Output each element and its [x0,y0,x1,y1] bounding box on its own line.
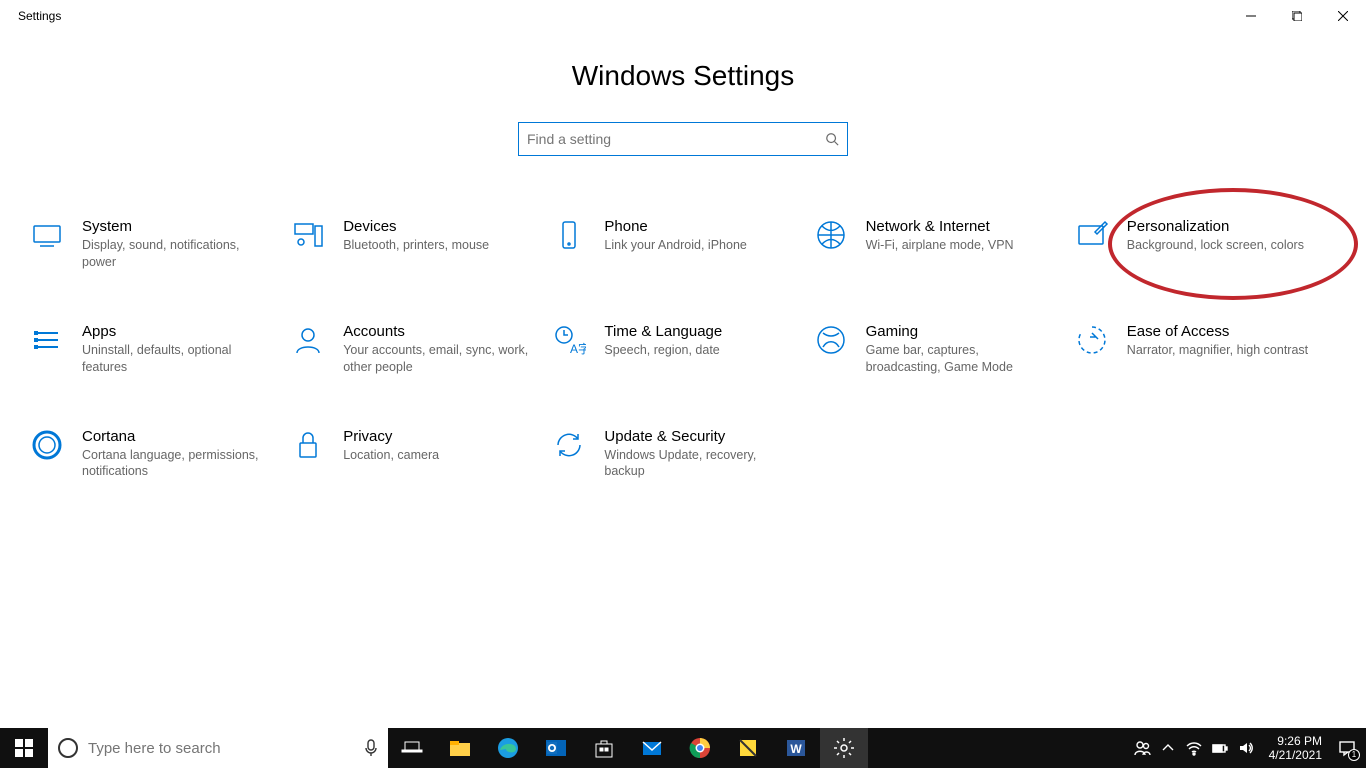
category-desc: Location, camera [343,447,439,464]
devices-icon [291,218,325,252]
time-language-icon: A字 [552,323,586,357]
cortana-ring-icon [58,738,78,758]
sticky-notes-button[interactable] [724,728,772,768]
person-icon [291,323,325,357]
category-title: Apps [82,323,272,340]
search-icon [825,132,839,146]
phone-icon [552,218,586,252]
category-personalization[interactable]: Personalization Background, lock screen,… [1075,218,1336,271]
category-desc: Windows Update, recovery, backup [604,447,794,481]
battery-icon[interactable] [1211,739,1229,757]
store-button[interactable] [580,728,628,768]
taskbar-apps: W [388,728,868,768]
chrome-button[interactable] [676,728,724,768]
globe-icon [814,218,848,252]
clock-date: 4/21/2021 [1269,748,1322,762]
categories-grid: System Display, sound, notifications, po… [0,156,1366,480]
svg-text:W: W [790,742,802,756]
notification-badge: 1 [1348,749,1360,761]
category-desc: Your accounts, email, sync, work, other … [343,342,533,376]
xbox-icon [814,323,848,357]
category-update-security[interactable]: Update & Security Windows Update, recove… [552,428,813,481]
people-icon[interactable] [1133,739,1151,757]
svg-text:A字: A字 [570,341,586,356]
category-title: Cortana [82,428,272,445]
system-icon [30,218,64,252]
category-privacy[interactable]: Privacy Location, camera [291,428,552,481]
category-desc: Background, lock screen, colors [1127,237,1304,254]
category-title: Ease of Access [1127,323,1308,340]
window-title: Settings [18,9,61,23]
clock[interactable]: 9:26 PM 4/21/2021 [1263,734,1328,763]
outlook-button[interactable] [532,728,580,768]
category-gaming[interactable]: Gaming Game bar, captures, broadcasting,… [814,323,1075,376]
category-phone[interactable]: Phone Link your Android, iPhone [552,218,813,271]
taskbar: W 9:26 PM 4/21/2021 1 [0,728,1366,768]
wifi-icon[interactable] [1185,739,1203,757]
category-desc: Wi-Fi, airplane mode, VPN [866,237,1014,254]
category-title: Personalization [1127,218,1304,235]
category-desc: Bluetooth, printers, mouse [343,237,489,254]
update-icon [552,428,586,462]
category-devices[interactable]: Devices Bluetooth, printers, mouse [291,218,552,271]
category-network[interactable]: Network & Internet Wi-Fi, airplane mode,… [814,218,1075,271]
category-system[interactable]: System Display, sound, notifications, po… [30,218,291,271]
edge-button[interactable] [484,728,532,768]
taskbar-search[interactable] [48,728,388,768]
file-explorer-button[interactable] [436,728,484,768]
category-title: Accounts [343,323,533,340]
titlebar: Settings [0,0,1366,32]
apps-icon [30,323,64,357]
category-title: Time & Language [604,323,722,340]
chevron-up-icon[interactable] [1159,739,1177,757]
start-button[interactable] [0,728,48,768]
ease-icon [1075,323,1109,357]
settings-taskbar-button[interactable] [820,728,868,768]
taskbar-search-input[interactable] [88,740,354,757]
category-desc: Display, sound, notifications, power [82,237,272,271]
category-apps[interactable]: Apps Uninstall, defaults, optional featu… [30,323,291,376]
mail-button[interactable] [628,728,676,768]
category-desc: Uninstall, defaults, optional features [82,342,272,376]
category-time-language[interactable]: A字 Time & Language Speech, region, date [552,323,813,376]
category-desc: Game bar, captures, broadcasting, Game M… [866,342,1056,376]
word-button[interactable]: W [772,728,820,768]
mic-icon[interactable] [364,739,378,757]
category-title: Privacy [343,428,439,445]
system-tray: 9:26 PM 4/21/2021 1 [1133,728,1366,768]
close-button[interactable] [1320,0,1366,32]
lock-icon [291,428,325,462]
category-desc: Narrator, magnifier, high contrast [1127,342,1308,359]
category-ease-of-access[interactable]: Ease of Access Narrator, magnifier, high… [1075,323,1336,376]
category-title: Devices [343,218,489,235]
personalization-icon [1075,218,1109,252]
maximize-button[interactable] [1274,0,1320,32]
volume-icon[interactable] [1237,739,1255,757]
settings-search-input[interactable] [527,131,825,147]
cortana-icon [30,428,64,462]
category-title: System [82,218,272,235]
category-desc: Cortana language, permissions, notificat… [82,447,272,481]
page-title: Windows Settings [0,60,1366,92]
category-title: Gaming [866,323,1056,340]
action-center-icon[interactable]: 1 [1336,737,1358,759]
taskview-button[interactable] [388,728,436,768]
category-title: Network & Internet [866,218,1014,235]
minimize-button[interactable] [1228,0,1274,32]
category-desc: Speech, region, date [604,342,722,359]
category-cortana[interactable]: Cortana Cortana language, permissions, n… [30,428,291,481]
category-title: Phone [604,218,746,235]
category-accounts[interactable]: Accounts Your accounts, email, sync, wor… [291,323,552,376]
settings-page: Windows Settings System Display, sound, … [0,32,1366,480]
clock-time: 9:26 PM [1269,734,1322,748]
settings-search[interactable] [518,122,848,156]
category-desc: Link your Android, iPhone [604,237,746,254]
category-title: Update & Security [604,428,794,445]
